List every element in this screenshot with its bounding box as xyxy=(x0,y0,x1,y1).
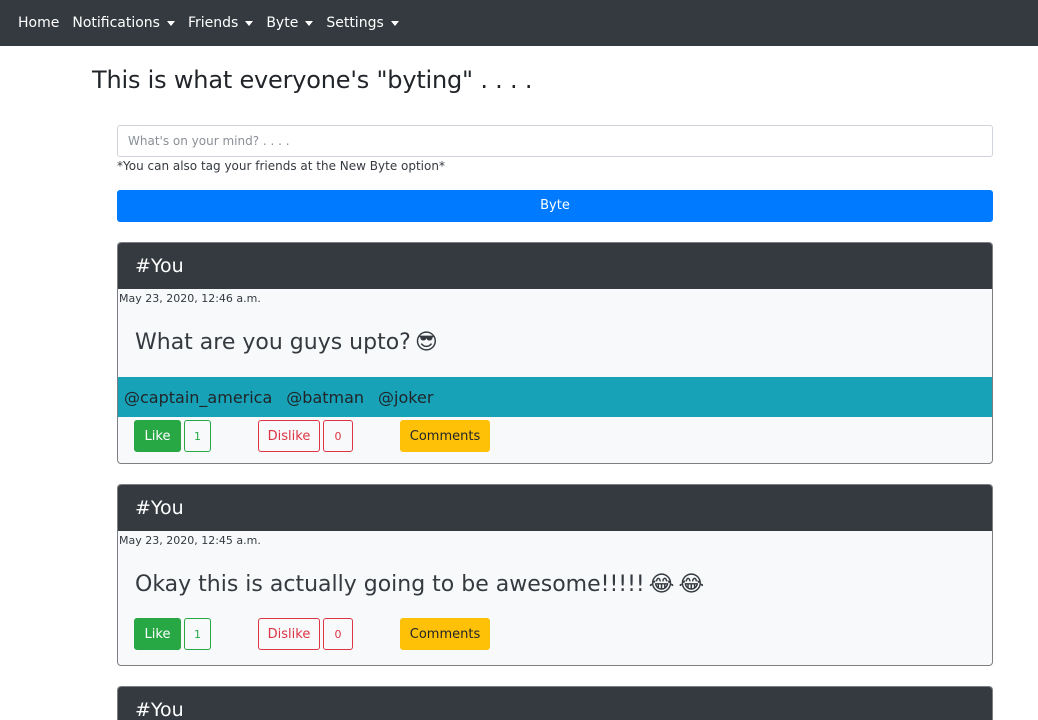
tears-of-joy-emoji: 😂 xyxy=(678,572,705,597)
tag-hint: *You can also tag your friends at the Ne… xyxy=(117,159,445,173)
nav-byte-label: Byte xyxy=(266,15,299,31)
top-navbar: Home Notifications Friends Byte Settings xyxy=(0,0,1038,46)
nav-friends-label: Friends xyxy=(187,15,239,31)
nav-settings[interactable]: Settings xyxy=(326,15,399,31)
post-actions: Like 1 Dislike 0 Comments xyxy=(118,419,992,453)
post-text: Okay this is actually going to be awesom… xyxy=(135,572,645,597)
comments-button[interactable]: Comments xyxy=(400,420,490,452)
like-button[interactable]: Like xyxy=(134,420,181,452)
dislike-count: 0 xyxy=(323,420,353,452)
caret-down-icon xyxy=(305,21,314,26)
post-body: Okay this is actually going to be awesom… xyxy=(118,569,992,601)
nav-notifications-label: Notifications xyxy=(72,15,160,31)
tag-joker[interactable]: @joker xyxy=(378,388,433,407)
nav-notifications[interactable]: Notifications xyxy=(72,15,175,31)
caret-down-icon xyxy=(245,21,254,26)
post-author: #You xyxy=(118,485,992,531)
nav-settings-label: Settings xyxy=(326,15,384,31)
nav-friends[interactable]: Friends xyxy=(187,15,254,31)
byte-input[interactable] xyxy=(117,125,993,157)
post-timestamp: May 23, 2020, 12:45 a.m. xyxy=(119,534,261,547)
dislike-count: 0 xyxy=(323,618,353,650)
post-card: #You May 23, 2020, 12:45 a.m. Okay this … xyxy=(117,484,993,666)
post-card: #You May 23, 2020, 12:46 a.m. What are y… xyxy=(117,242,993,464)
post-body: What are you guys upto? 😎 xyxy=(118,327,992,359)
dislike-button[interactable]: Dislike xyxy=(258,618,320,650)
post-actions: Like 1 Dislike 0 Comments xyxy=(118,617,992,651)
nav-home-label: Home xyxy=(18,15,60,31)
dislike-button[interactable]: Dislike xyxy=(258,420,320,452)
tag-batman[interactable]: @batman xyxy=(286,388,364,407)
page-title: This is what everyone's "byting" . . . . xyxy=(92,66,533,94)
caret-down-icon xyxy=(390,21,399,26)
like-count: 1 xyxy=(184,420,211,452)
post-timestamp: May 23, 2020, 12:46 a.m. xyxy=(119,292,261,305)
like-button[interactable]: Like xyxy=(134,618,181,650)
post-card: #You xyxy=(117,686,993,720)
tag-captain-america[interactable]: @captain_america xyxy=(124,388,272,407)
like-count: 1 xyxy=(184,618,211,650)
caret-down-icon xyxy=(166,21,175,26)
post-author: #You xyxy=(118,243,992,289)
comments-button[interactable]: Comments xyxy=(400,618,490,650)
nav-byte[interactable]: Byte xyxy=(266,15,314,31)
post-author: #You xyxy=(118,687,992,720)
post-text: What are you guys upto? xyxy=(135,330,411,355)
post-tags: @captain_america @batman @joker xyxy=(118,377,992,417)
sunglasses-emoji: 😎 xyxy=(414,330,438,355)
byte-submit-button[interactable]: Byte xyxy=(117,190,993,222)
nav-home[interactable]: Home xyxy=(18,15,59,31)
tears-of-joy-emoji: 😂 xyxy=(648,572,675,597)
